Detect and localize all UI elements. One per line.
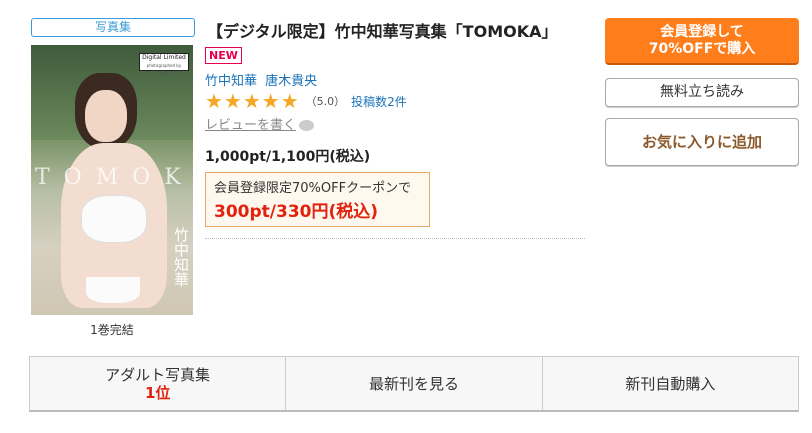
star-rating-icon: ★★★★★ <box>205 89 300 113</box>
cover-figure-face <box>85 90 127 142</box>
write-review-label: レビューを書く <box>205 118 297 133</box>
divider <box>205 238 585 239</box>
free-preview-button[interactable]: 無料立ち読み <box>605 78 799 107</box>
product-title: 【デジタル限定】竹中知華写真集「TOMOKA」 <box>207 22 558 41</box>
cover-title-overlay: TOMOKA <box>35 165 193 190</box>
member-button-line1: 会員登録して <box>660 24 744 40</box>
speech-bubble-icon <box>299 120 315 131</box>
cover-figure-swimsuit-bottom <box>86 277 140 303</box>
add-to-favorites-button[interactable]: お気に入りに追加 <box>605 118 799 166</box>
author-list: 竹中知華 唐木貴央 <box>205 70 321 89</box>
rating-score: （5.0） <box>305 95 346 108</box>
member-register-purchase-button[interactable]: 会員登録して 70%OFFで購入 <box>605 18 799 65</box>
cover-vertical-name: 竹中知華 <box>172 227 190 287</box>
volume-caption: 1巻完結 <box>90 323 134 337</box>
coupon-box: 会員登録限定70%OFFクーポンで 300pt/330円(税込) <box>205 172 430 227</box>
new-badge: NEW <box>205 47 242 64</box>
rating-row: ★★★★★ （5.0） 投稿数2件 <box>205 90 407 112</box>
auto-purchase-button[interactable]: 新刊自動購入 <box>543 357 798 410</box>
write-review-link[interactable]: レビューを書く <box>205 114 315 133</box>
cover-figure-swimsuit-top <box>81 195 147 243</box>
ranking-cell[interactable]: アダルト写真集 1位 <box>30 357 287 410</box>
cover-digital-limited-badge: Digital Limited photographed by Tomoka <box>139 53 189 76</box>
bottom-action-bar: アダルト写真集 1位 最新刊を見る 新刊自動購入 <box>29 356 799 412</box>
cover-badge-main: Digital Limited <box>142 54 186 61</box>
author-link[interactable]: 唐木貴央 <box>265 74 317 89</box>
ranking-label: アダルト写真集 <box>105 365 211 384</box>
price: 1,000pt/1,100円(税込) <box>205 149 371 165</box>
ranking-value: 1位 <box>144 383 171 402</box>
latest-volume-button[interactable]: 最新刊を見る <box>286 357 543 410</box>
member-button-line2: 70%OFFで購入 <box>648 41 756 57</box>
book-cover-image[interactable]: Digital Limited photographed by Tomoka T… <box>31 45 193 315</box>
review-count-link[interactable]: 投稿数2件 <box>351 93 407 110</box>
author-link[interactable]: 竹中知華 <box>205 74 257 89</box>
cover-badge-sub: photographed by Tomoka <box>146 63 182 76</box>
coupon-label: 会員登録限定70%OFFクーポンで <box>214 181 412 196</box>
category-tag[interactable]: 写真集 <box>31 18 195 37</box>
coupon-price: 300pt/330円(税込) <box>214 202 379 222</box>
